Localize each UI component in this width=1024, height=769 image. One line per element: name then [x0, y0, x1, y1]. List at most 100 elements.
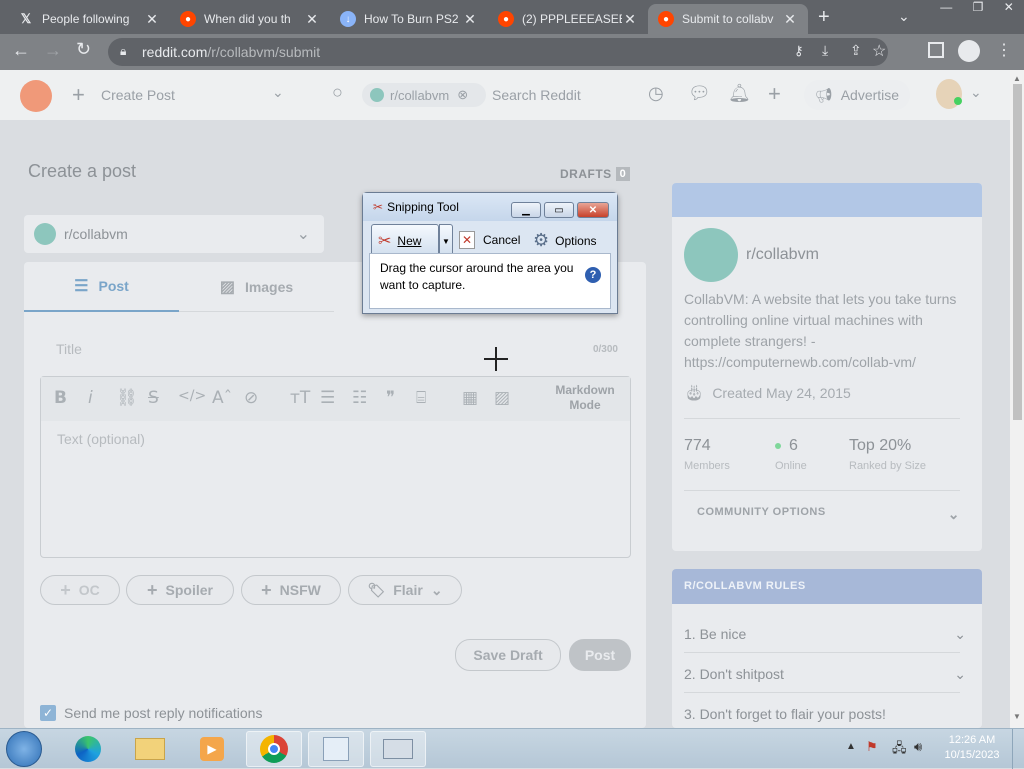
inline-code-icon[interactable]: </> — [178, 388, 206, 404]
save-draft-button[interactable]: Save Draft — [455, 639, 561, 671]
title-input[interactable]: Title 0/300 — [40, 330, 630, 368]
close-icon[interactable]: ✕ — [144, 11, 160, 28]
notify-checkbox[interactable]: ✓ — [40, 705, 56, 721]
oc-tag-button[interactable]: + OC — [40, 575, 120, 605]
link-icon[interactable]: ⛓ — [116, 388, 138, 408]
options-button[interactable]: ⚙ Options — [533, 230, 597, 251]
community-selector[interactable]: r/collabvm ⌄ — [24, 215, 324, 253]
minimize-button[interactable]: ▁ — [511, 202, 541, 218]
drafts-label: DRAFTS — [560, 167, 612, 181]
cancel-label: Cancel — [483, 233, 521, 247]
volume-icon[interactable]: 🔊︎ — [914, 739, 922, 755]
start-button[interactable] — [6, 731, 42, 767]
tab-title: How To Burn PS2 — [364, 12, 459, 26]
show-hidden-icons[interactable]: ▲ — [846, 741, 856, 752]
clock[interactable]: 12:26 AM 10/15/2023 — [936, 733, 1008, 763]
edge-taskbar-icon[interactable] — [60, 731, 116, 767]
numbered-list-icon[interactable]: ☷ — [352, 388, 367, 408]
chevron-down-icon[interactable]: ⌄ — [272, 84, 284, 101]
flair-button[interactable]: 🏷︎ Flair ⌄ — [348, 575, 462, 605]
profile-avatar[interactable] — [958, 40, 980, 62]
chrome-menu-icon[interactable]: ⋮ — [996, 40, 1012, 60]
close-window-icon[interactable]: ✕ — [1004, 0, 1014, 20]
forward-icon[interactable]: → — [44, 40, 62, 61]
nsfw-tag-button[interactable]: + NSFW — [241, 575, 341, 605]
close-button[interactable]: ✕ — [577, 202, 609, 218]
spoiler-tag-button[interactable]: + Spoiler — [126, 575, 234, 605]
maximize-button[interactable]: ▭ — [544, 202, 574, 218]
search-input[interactable]: Search Reddit — [492, 87, 581, 103]
italic-icon[interactable]: i — [88, 388, 93, 408]
table-icon[interactable]: ▦ — [462, 388, 478, 408]
side-panel-icon[interactable] — [928, 42, 944, 58]
tab-when-did-you[interactable]: ● When did you th ✕ — [170, 4, 330, 34]
close-icon[interactable]: ✕ — [462, 11, 478, 28]
scroll-down-icon[interactable]: ▼ — [1013, 712, 1021, 721]
media-player-taskbar-icon[interactable]: ▶ — [184, 731, 240, 767]
drafts-button[interactable]: DRAFTS 0 — [560, 167, 631, 181]
minimize-icon[interactable]: — — [940, 0, 952, 20]
cancel-button[interactable]: ✕ Cancel — [459, 231, 520, 249]
scroll-up-icon[interactable]: ▲ — [1013, 74, 1021, 83]
spoiler-icon[interactable]: ⊘ — [244, 388, 258, 408]
spoiler-label: Spoiler — [165, 582, 213, 598]
advertise-button[interactable]: 📢︎ Advertise — [804, 80, 910, 110]
strikethrough-icon[interactable]: S — [148, 388, 159, 408]
user-menu-chevron-icon[interactable]: ⌄ — [970, 84, 982, 101]
rule-item[interactable]: 3. Don't forget to flair your posts! — [684, 706, 886, 722]
reload-icon[interactable]: ↻ — [76, 39, 91, 60]
tab-images[interactable]: ▨ Images — [179, 262, 334, 312]
close-icon[interactable]: ✕ — [304, 11, 320, 28]
close-icon[interactable]: ✕ — [622, 11, 638, 28]
quote-block-icon[interactable]: ❞ — [386, 388, 395, 408]
clear-chip-icon[interactable]: ⊗ — [457, 87, 468, 103]
superscript-icon[interactable]: Aˆ — [212, 388, 232, 408]
markdown-mode-button[interactable]: Markdown Mode — [547, 383, 623, 413]
help-icon[interactable]: ? — [585, 267, 601, 283]
post-button[interactable]: Post — [569, 639, 631, 671]
action-center-icon[interactable]: ⚑ — [866, 739, 878, 755]
chrome-taskbar-icon[interactable] — [246, 731, 302, 767]
share-icon[interactable]: ⇪ — [850, 42, 862, 59]
tab-post[interactable]: ☰ Post — [24, 262, 179, 312]
network-icon[interactable]: 🖧︎ — [892, 739, 907, 761]
heading-icon[interactable]: ᴛT — [290, 388, 310, 408]
snipping-tool-taskbar-icon[interactable] — [308, 731, 364, 767]
popular-icon[interactable]: ◷ — [648, 83, 664, 104]
tab-submit-collabvm[interactable]: ● Submit to collabv ✕ — [648, 4, 808, 34]
new-tab-button[interactable]: + — [818, 6, 830, 29]
onscreen-keyboard-taskbar-icon[interactable] — [370, 731, 426, 767]
lock-icon[interactable]: 🔒︎ — [120, 44, 126, 59]
bullet-list-icon[interactable]: ☰ — [320, 388, 335, 408]
create-post-label[interactable]: Create Post — [101, 87, 175, 103]
page-scrollbar[interactable]: ▲ ▼ — [1010, 70, 1024, 728]
play-icon: ▶ — [200, 737, 224, 761]
reddit-logo-icon[interactable] — [20, 80, 52, 112]
back-icon[interactable]: ← — [12, 40, 30, 61]
tab-search-icon[interactable]: ⌄ — [898, 8, 910, 25]
scroll-thumb[interactable] — [1013, 84, 1022, 420]
tab-how-to-burn[interactable]: ↓ How To Burn PS2 ✕ — [330, 4, 488, 34]
bold-icon[interactable]: B — [54, 388, 67, 408]
new-label: New — [397, 234, 422, 248]
community-options-toggle[interactable]: COMMUNITY OPTIONS ⌄ — [684, 506, 960, 523]
create-plus-icon[interactable]: + — [768, 81, 781, 107]
restore-icon[interactable]: ❐ — [973, 0, 984, 20]
tab-pppleeease[interactable]: ● (2) PPPLEEEASEEE ✕ — [488, 4, 648, 34]
tab-people-following[interactable]: 𝕏 People following ✕ — [8, 4, 170, 34]
show-desktop-button[interactable] — [1012, 729, 1024, 769]
key-icon[interactable]: ⚷ — [794, 43, 804, 59]
notifications-bell-icon[interactable]: 🔔︎ — [728, 83, 751, 104]
insert-image-icon[interactable]: ▨ — [494, 388, 510, 408]
subreddit-search-chip[interactable]: r/collabvm ⊗ — [362, 83, 486, 107]
rule-item[interactable]: 1. Be nice ⌄ — [684, 626, 966, 643]
bookmark-star-icon[interactable]: ☆ — [872, 41, 886, 61]
chat-icon[interactable]: 💬︎ — [688, 83, 711, 104]
close-icon[interactable]: ✕ — [782, 11, 798, 28]
rule-item[interactable]: 2. Don't shitpost ⌄ — [684, 666, 966, 683]
explorer-taskbar-icon[interactable] — [122, 731, 178, 767]
install-icon[interactable]: ⤓ — [822, 42, 828, 59]
community-name[interactable]: r/collabvm — [746, 246, 819, 264]
address-bar[interactable]: 🔒︎ reddit.com/r/collabvm/submit ⚷ ⤓ ⇪ ☆ — [108, 38, 888, 66]
code-block-icon[interactable]: ⌸ — [416, 388, 426, 408]
